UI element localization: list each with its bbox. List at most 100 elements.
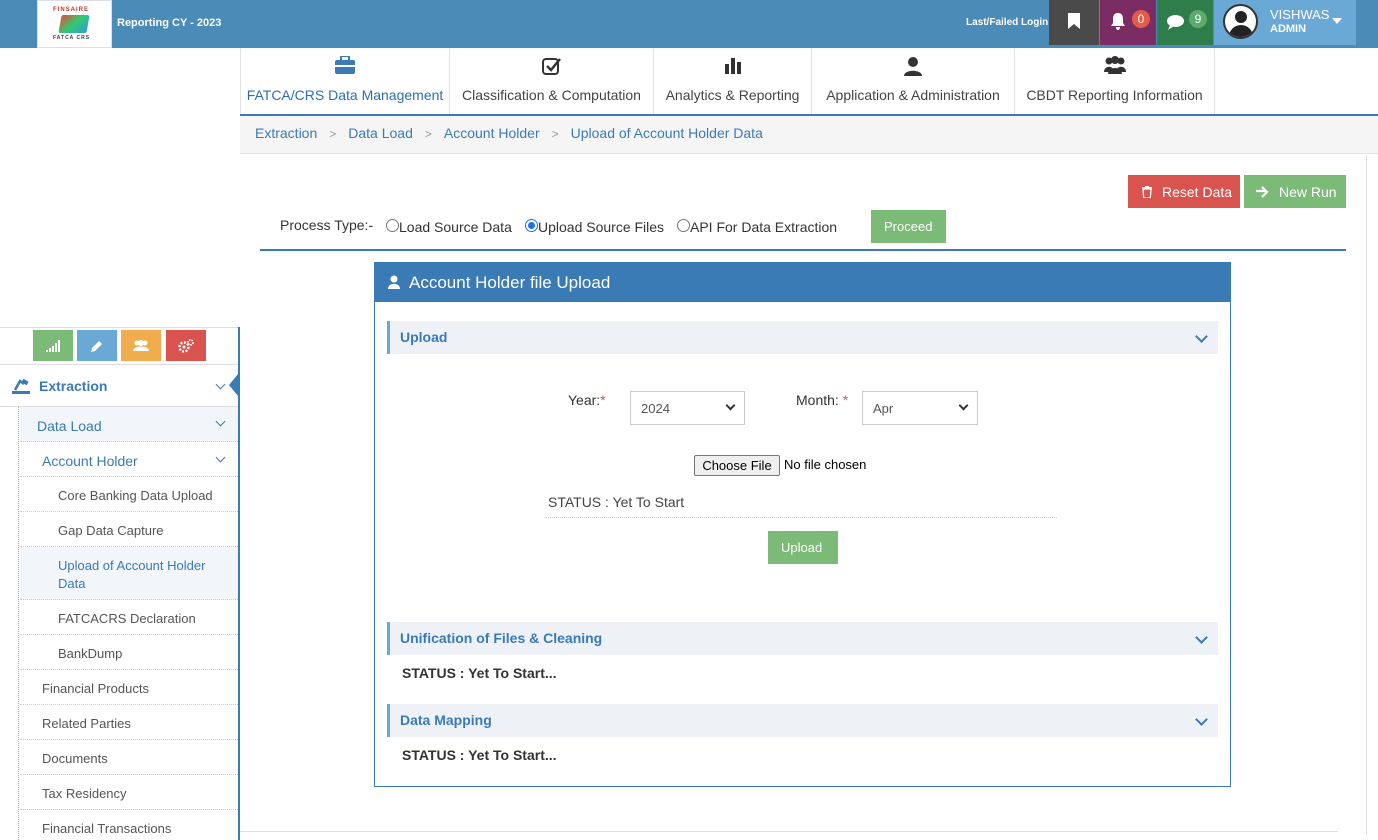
section-upload[interactable]: Upload [387,321,1218,354]
sidebar-item-label: Core Banking Data Upload [58,488,213,503]
tab-label: Classification & Computation [462,87,641,103]
chevron-down-icon [725,400,736,411]
tab-classification[interactable]: Classification & Computation [450,48,654,114]
top-bar: FINSAIRE FATCA CRS Reporting CY - 2023 L… [0,0,1378,48]
unification-status: STATUS : Yet To Start... [402,665,557,681]
chevron-down-icon [958,400,969,411]
sidebar-item-label: Data Load [37,418,102,434]
user-icon [388,275,400,289]
reset-data-label: Reset Data [1162,184,1233,200]
users-icon [1103,56,1126,74]
tab-administration[interactable]: Application & Administration [812,48,1015,114]
tab-data-management[interactable]: FATCA/CRS Data Management [240,48,450,114]
proceed-button[interactable]: Proceed [871,210,946,243]
sidebar-item-bankdump[interactable]: BankDump [20,635,238,670]
breadcrumb-item-current[interactable]: Upload of Account Holder Data [571,125,763,141]
chevron-down-icon[interactable] [215,452,226,463]
new-run-label: New Run [1279,184,1337,200]
chevron-down-icon[interactable] [215,379,226,390]
section-title: Upload [400,329,448,345]
breadcrumb-item[interactable]: Account Holder [444,125,540,141]
sidebar-item-documents[interactable]: Documents [20,740,238,775]
chevron-down-icon[interactable] [1332,18,1342,24]
section-title: Data Mapping [400,712,492,728]
content-divider [1366,155,1367,835]
sidebar-item-label: Upload of Account Holder Data [58,558,206,591]
radio-label[interactable]: Load Source Data [399,219,512,235]
sidebar-item-extraction[interactable]: Extraction [0,367,238,407]
upload-button[interactable]: Upload [768,531,838,564]
last-login-label: Last/Failed Login: [966,17,1052,28]
sidebar-toolbar [0,327,238,365]
sidebar-item-data-load[interactable]: Data Load [20,407,238,442]
section-title: Unification of Files & Cleaning [400,630,603,646]
year-value: 2024 [641,401,670,416]
chevron-down-icon[interactable] [1195,713,1208,726]
breadcrumb: Extraction > Data Load > Account Holder > Uplo… [240,116,1378,154]
sidebar-item-account-holder[interactable]: Account Holder [20,442,238,477]
gears-icon[interactable] [166,330,206,361]
tab-label: CBDT Reporting Information [1026,87,1203,103]
radio-load-source-data[interactable] [386,219,399,232]
trash-icon [1142,186,1152,198]
file-name-text: No file chosen [784,457,867,472]
signal-icon[interactable] [33,330,73,361]
mapping-status: STATUS : Yet To Start... [402,747,557,763]
sidebar-item-label: Extraction [39,378,108,394]
tab-analytics[interactable]: Analytics & Reporting [654,48,812,114]
radio-label[interactable]: Upload Source Files [538,219,664,235]
tab-cbdt-reporting[interactable]: CBDT Reporting Information [1015,48,1215,114]
chat-icon [1167,15,1184,30]
sidebar-item-financial-transactions[interactable]: Financial Transactions [20,810,238,840]
main-nav: FATCA/CRS Data Management Classification… [240,48,1378,116]
month-select[interactable]: Apr [862,391,978,425]
sidebar-item-related-parties[interactable]: Related Parties [20,705,238,740]
check-square-icon [541,58,561,75]
radio-upload-source-files[interactable] [525,219,538,232]
sidebar-item-upload-account-holder[interactable]: Upload of Account Holder Data [20,547,238,600]
panel-header: Account Holder file Upload [375,263,1230,302]
reset-data-button[interactable]: Reset Data [1128,175,1240,208]
sidebar-item-core-banking[interactable]: Core Banking Data Upload [20,477,238,512]
divider [240,831,1338,832]
user-role: ADMIN [1270,23,1307,35]
section-data-mapping[interactable]: Data Mapping [387,704,1218,737]
avatar[interactable] [1223,4,1258,39]
year-select[interactable]: 2024 [630,391,745,425]
logo-top-text: FINSAIRE [53,7,90,13]
messages-badge: 9 [1189,10,1207,28]
tree-line [18,407,19,840]
chevron-right-icon: > [329,127,337,141]
logo-bottom-text: FATCA CRS [53,35,91,41]
radio-label[interactable]: API For Data Extraction [690,219,837,235]
reporting-year: Reporting CY - 2023 [117,17,222,29]
users-icon[interactable] [121,330,161,361]
panel-title: Account Holder file Upload [409,273,611,292]
account-holder-upload-panel: Account Holder file Upload Upload Year:*… [374,262,1231,787]
upload-status: STATUS : Yet To Start [548,494,685,510]
section-unification[interactable]: Unification of Files & Cleaning [387,622,1218,655]
sidebar-item-gap-data[interactable]: Gap Data Capture [20,512,238,547]
process-type-label: Process Type:- [280,217,374,233]
bookmark-button[interactable] [1049,0,1099,45]
sidebar-item-tax-residency[interactable]: Tax Residency [20,775,238,810]
app-logo[interactable]: FINSAIRE FATCA CRS [37,0,112,48]
breadcrumb-item[interactable]: Extraction [255,125,317,141]
chevron-down-icon[interactable] [1195,631,1208,644]
choose-file-button[interactable]: Choose File [694,455,780,476]
chevron-down-icon[interactable] [1195,330,1208,343]
sidebar-item-fatcacrs-declaration[interactable]: FATCACRS Declaration [20,600,238,635]
chevron-right-icon: > [424,127,432,141]
chevron-down-icon[interactable] [215,416,226,427]
bell-icon [1111,13,1125,30]
new-run-button[interactable]: New Run [1244,175,1346,208]
chevron-right-icon: > [551,127,559,141]
sidebar-item-financial-products[interactable]: Financial Products [20,670,238,705]
radio-api-data-extraction[interactable] [677,219,690,232]
breadcrumb-item[interactable]: Data Load [348,125,413,141]
sidebar-item-label: Financial Transactions [42,821,172,836]
divider [260,249,1346,251]
notifications-badge: 0 [1132,10,1150,28]
bookmark-icon [1068,13,1080,29]
pencil-icon[interactable] [77,330,117,361]
